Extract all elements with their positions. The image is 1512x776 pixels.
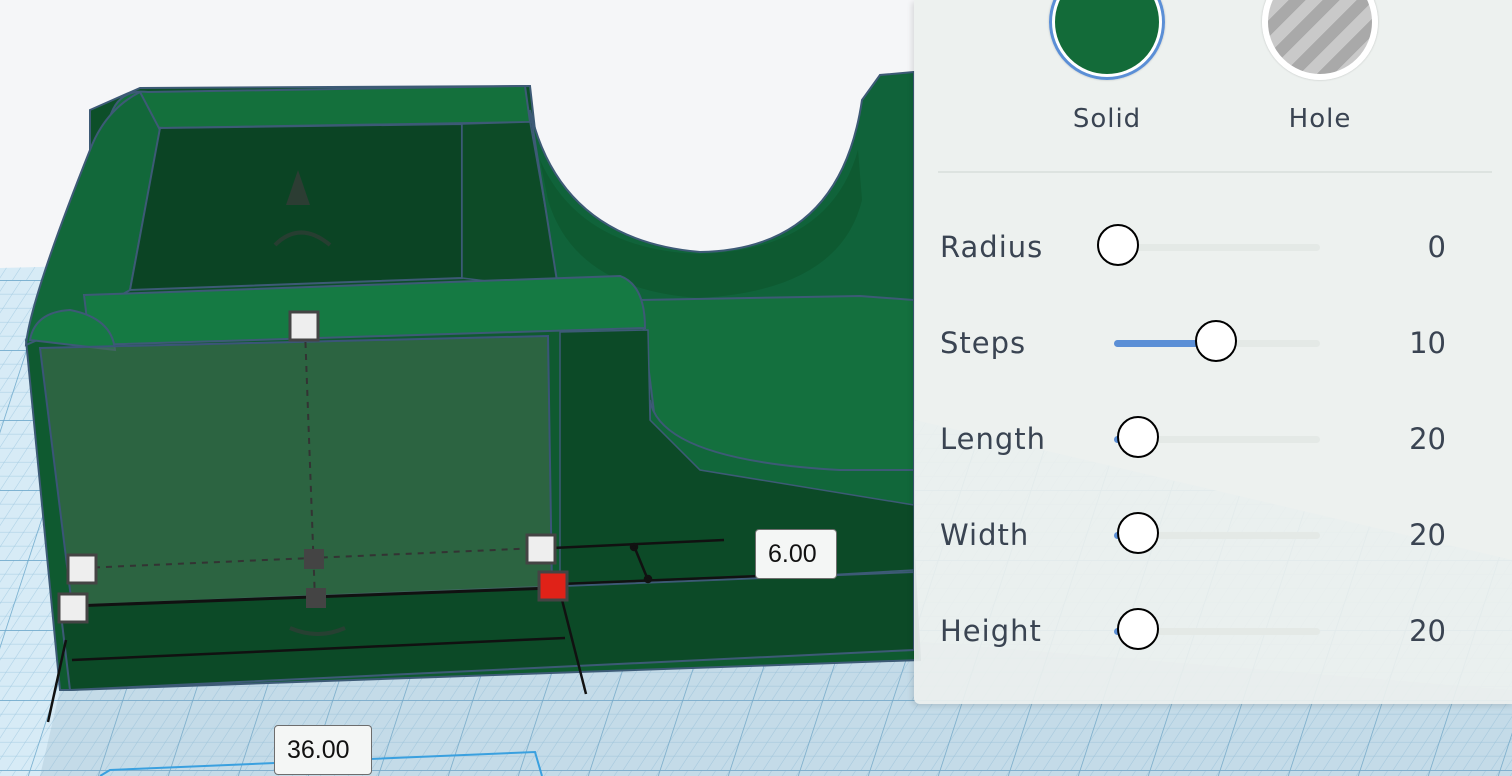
height-dimension-input[interactable]: 6.00 <box>755 529 837 579</box>
height-slider-thumb[interactable] <box>1116 608 1159 650</box>
midpoint-handle[interactable] <box>304 549 324 569</box>
radius-label: Radius <box>940 230 1044 264</box>
width-slider-thumb[interactable] <box>1116 512 1159 554</box>
width-dimension-input[interactable]: 36.00 <box>274 725 372 775</box>
resize-handle-left[interactable] <box>66 553 98 585</box>
steps-value[interactable]: 10 <box>1409 326 1446 360</box>
length-slider-thumb[interactable] <box>1116 416 1159 458</box>
param-row-radius: Radius 0 <box>914 218 1474 278</box>
width-label: Width <box>940 518 1030 552</box>
height-label: Height <box>940 614 1042 648</box>
width-value[interactable]: 20 <box>1409 518 1446 552</box>
solid-swatch[interactable] <box>1049 0 1165 80</box>
resize-handle-front-left[interactable] <box>57 592 89 624</box>
panel-divider <box>938 171 1492 173</box>
param-row-length: Length 20 <box>914 410 1474 470</box>
radius-value[interactable]: 0 <box>1428 230 1446 264</box>
solid-label: Solid <box>1072 104 1142 134</box>
radius-slider-thumb[interactable] <box>1097 224 1139 266</box>
resize-handle-active[interactable] <box>537 570 569 602</box>
shape-inspector-panel: Solid Hole Radius 0 Steps 10 Length 20 W… <box>914 0 1512 704</box>
param-row-height: Height 20 <box>914 602 1474 662</box>
hole-label: Hole <box>1288 104 1352 134</box>
resize-handle-top[interactable] <box>288 310 320 342</box>
steps-label: Steps <box>940 326 1027 360</box>
length-label: Length <box>940 422 1047 456</box>
hole-swatch[interactable] <box>1262 0 1378 80</box>
midpoint-handle[interactable] <box>306 588 326 608</box>
resize-handle-back-right[interactable] <box>525 533 557 565</box>
param-row-steps: Steps 10 <box>914 314 1474 374</box>
height-value[interactable]: 20 <box>1409 614 1446 648</box>
steps-slider-thumb[interactable] <box>1194 320 1237 362</box>
radius-slider[interactable] <box>1114 244 1320 251</box>
param-row-width: Width 20 <box>914 506 1474 566</box>
length-value[interactable]: 20 <box>1409 422 1446 456</box>
